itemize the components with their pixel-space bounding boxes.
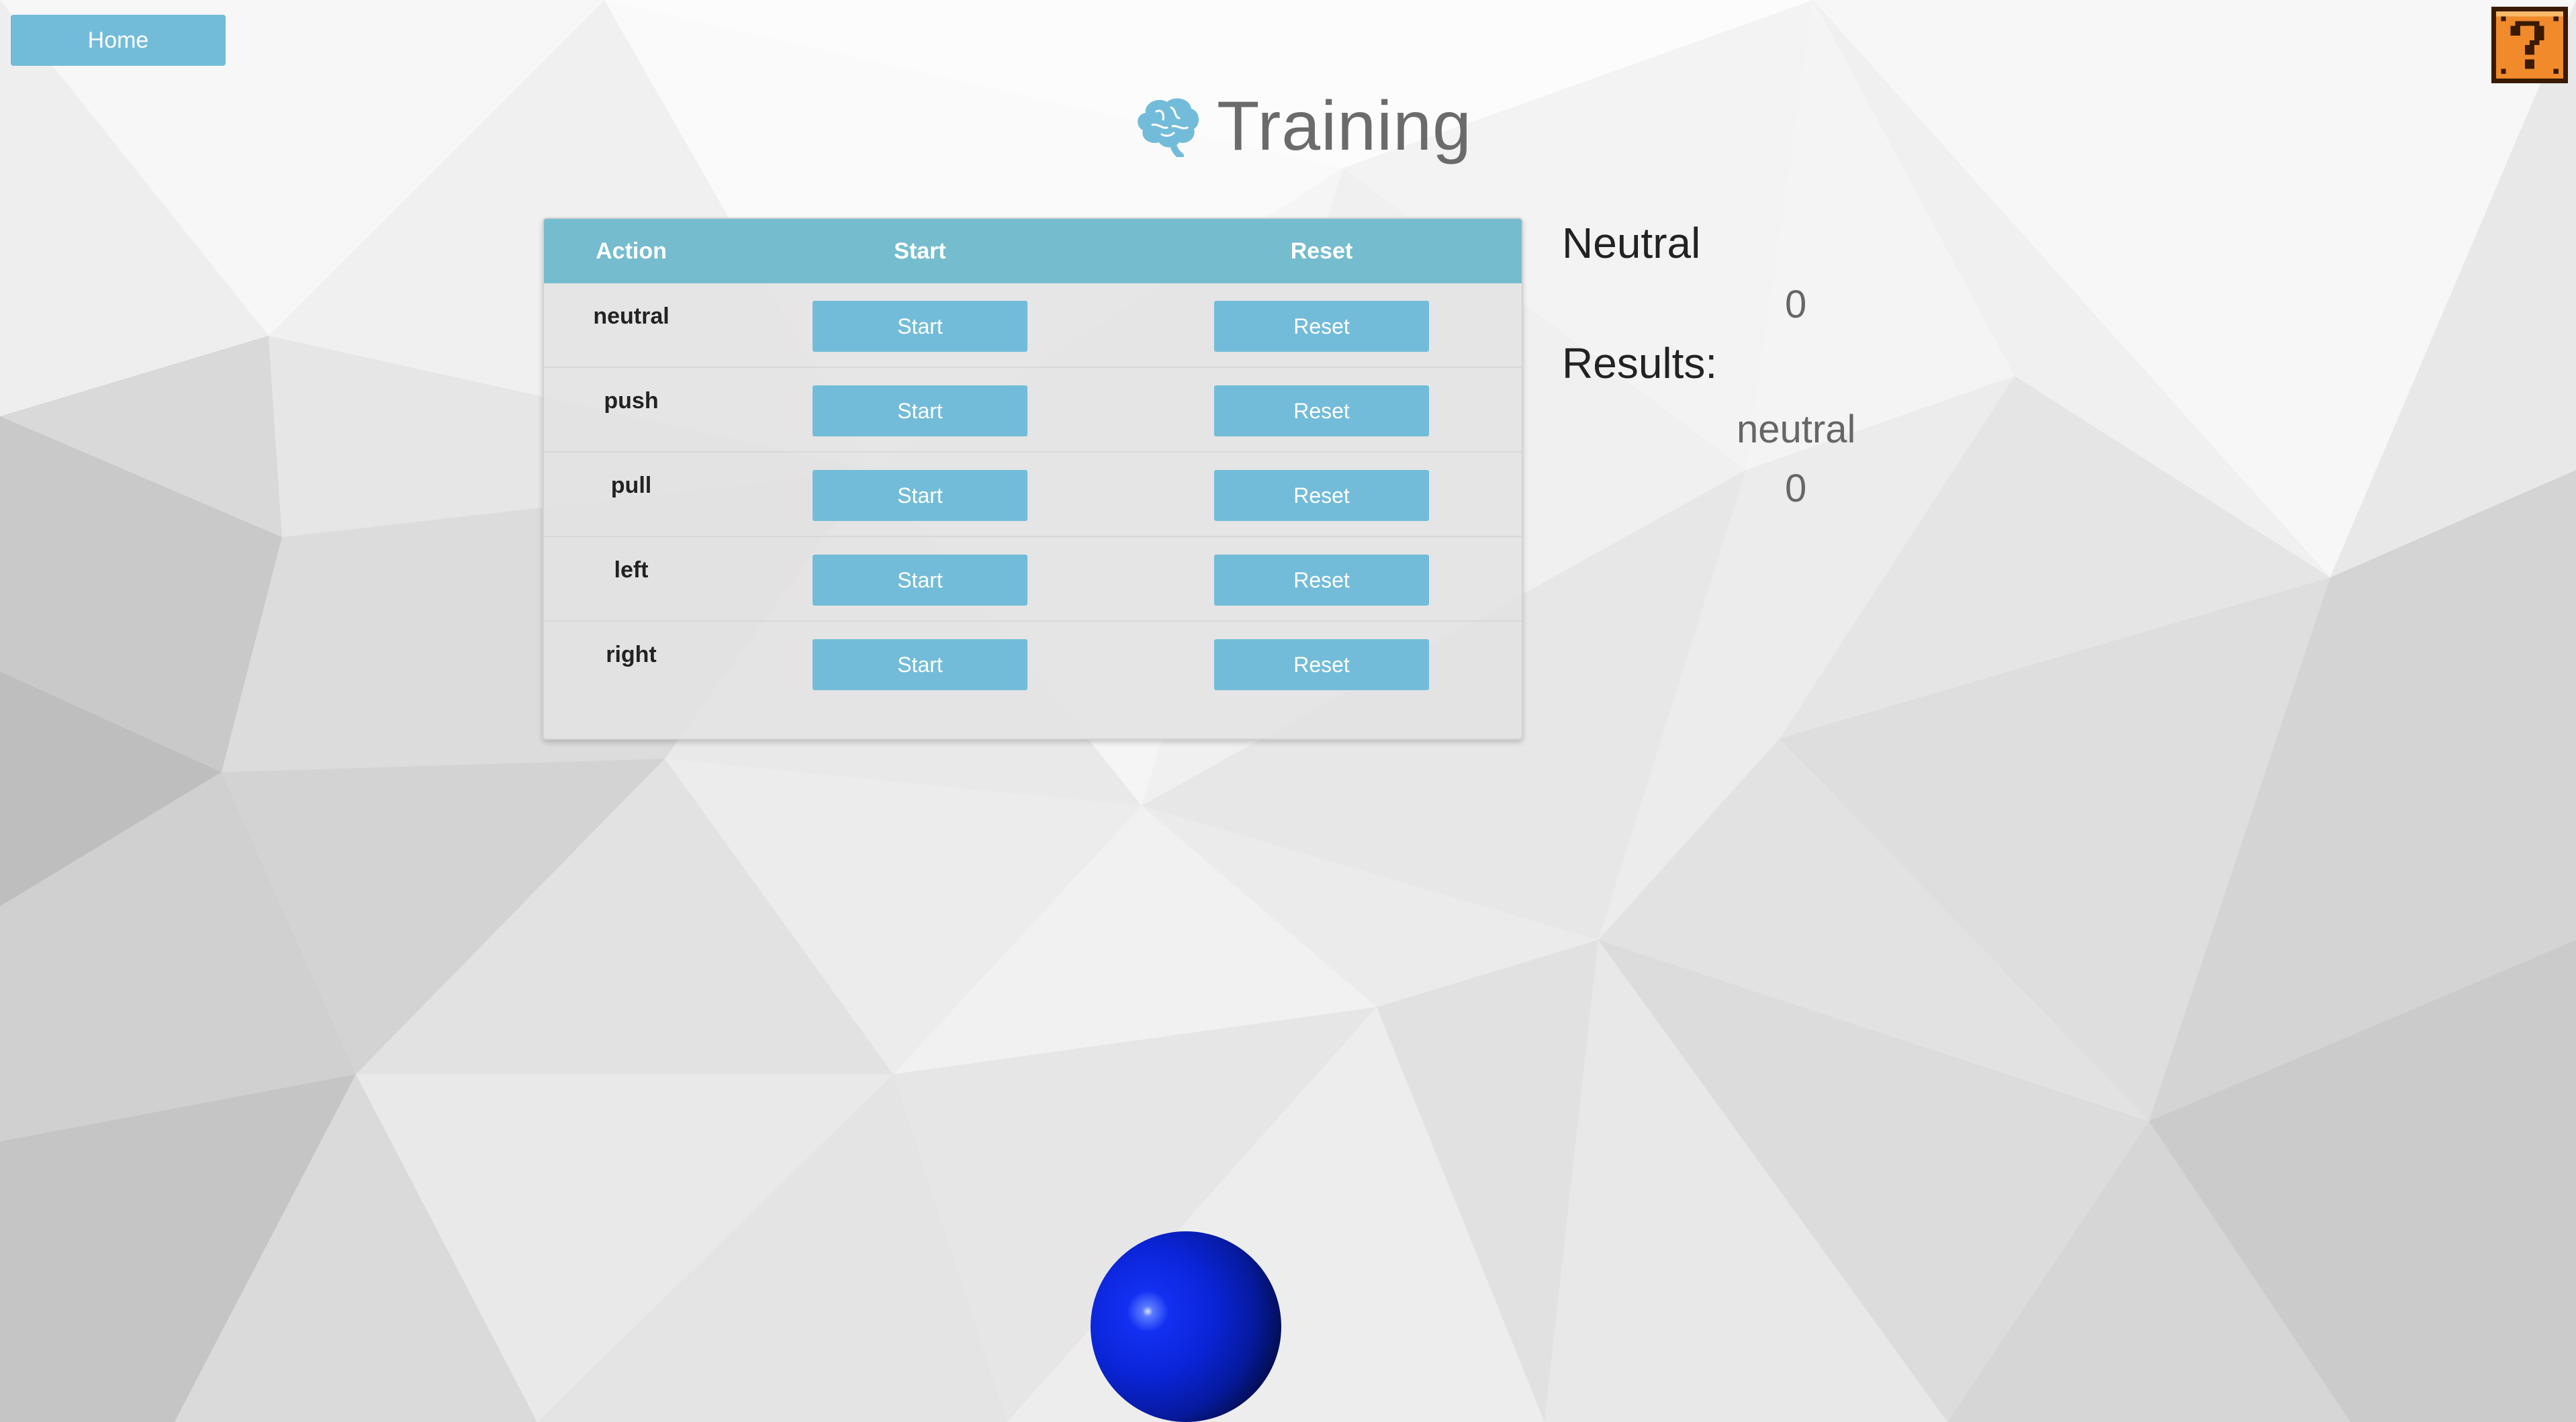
start-button-right[interactable]: Start: [813, 639, 1027, 690]
table-header: Action Start Reset: [544, 219, 1522, 283]
column-header-action: Action: [596, 238, 667, 264]
home-button[interactable]: Home: [11, 15, 226, 66]
column-header-reset: Reset: [1290, 238, 1353, 264]
table-row: push Start Reset: [544, 368, 1522, 453]
page-header: Training: [1132, 79, 1472, 173]
action-label: right: [606, 642, 657, 667]
brain-icon: [1132, 93, 1217, 160]
result-value: 0: [1785, 467, 1807, 510]
reset-button-push[interactable]: Reset: [1214, 385, 1429, 436]
column-header-start: Start: [894, 238, 946, 264]
reset-button-right[interactable]: Reset: [1214, 639, 1429, 690]
blue-ball-visual: [1091, 1231, 1281, 1422]
table-row: left Start Reset: [544, 537, 1522, 622]
table-row: neutral Start Reset: [544, 283, 1522, 368]
start-button-left[interactable]: Start: [813, 555, 1027, 606]
results-heading: Results:: [1562, 339, 1718, 387]
current-action-value: 0: [1785, 283, 1807, 326]
page-title: Training: [1217, 87, 1472, 165]
action-label: left: [614, 557, 649, 583]
current-action-label: Neutral: [1562, 219, 1701, 267]
reset-button-left[interactable]: Reset: [1214, 555, 1429, 606]
start-button-pull[interactable]: Start: [813, 470, 1027, 521]
action-label: push: [604, 388, 659, 414]
action-label: neutral: [593, 303, 670, 329]
table-row: pull Start Reset: [544, 453, 1522, 537]
action-label: pull: [610, 473, 652, 498]
question-block-icon[interactable]: [2491, 7, 2568, 83]
reset-button-pull[interactable]: Reset: [1214, 470, 1429, 521]
training-table: Action Start Reset neutral Start Reset p…: [543, 218, 1523, 740]
reset-button-neutral[interactable]: Reset: [1214, 301, 1429, 352]
result-name: neutral: [1737, 408, 1856, 451]
start-button-push[interactable]: Start: [813, 385, 1027, 436]
start-button-neutral[interactable]: Start: [813, 301, 1027, 352]
table-row: right Start Reset: [544, 622, 1522, 706]
status-panel: Neutral 0 Results: neutral 0: [1562, 215, 2032, 510]
